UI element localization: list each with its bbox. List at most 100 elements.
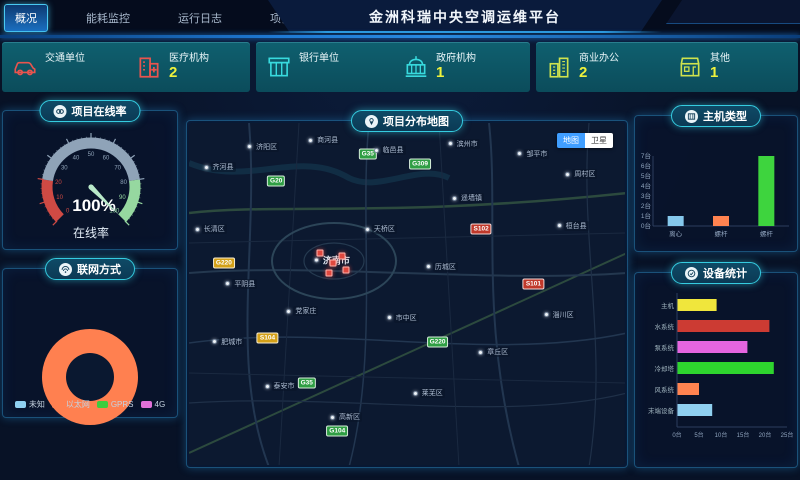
stat-item: 其他1	[667, 53, 798, 82]
map-marker[interactable]: 桓台县	[557, 221, 589, 231]
bar	[758, 156, 774, 226]
online-rate-panel-header: 项目在线率	[40, 100, 141, 122]
y-axis-label: 0台	[641, 221, 651, 230]
gauge-tick-label: 90	[119, 195, 126, 201]
project-marker-icon[interactable]	[329, 260, 336, 267]
category-label: 主机	[661, 301, 675, 310]
marker-dot-icon	[365, 227, 370, 232]
host-type-bar-chart: 0台1台2台3台4台5台6台7台离心螺杆螺杆	[635, 138, 799, 250]
legend-item[interactable]: GPRS	[97, 399, 134, 410]
wifi-icon	[59, 263, 72, 276]
host-type-panel: 主机类型 0台1台2台3台4台5台6台7台离心螺杆螺杆	[634, 115, 798, 252]
marker-label: 党家庄	[293, 306, 318, 316]
map-marker[interactable]: 临邑县	[374, 145, 406, 155]
marker-dot-icon	[204, 165, 209, 170]
marker-label: 长清区	[202, 224, 227, 234]
y-axis-label: 3台	[641, 191, 651, 200]
map-canvas[interactable]: G20G35G309G220S102S104G104G35S101G220齐河县…	[189, 123, 625, 465]
marker-label: 章丘区	[485, 347, 510, 357]
stat-value: 2	[169, 64, 209, 81]
project-marker-icon[interactable]	[325, 270, 332, 277]
stat-text: 交通单位	[45, 53, 85, 81]
network-type-panel-header: 联网方式	[45, 258, 135, 280]
x-axis-label: 螺杆	[760, 229, 774, 238]
engine-icon	[685, 110, 698, 123]
network-type-panel: 联网方式 未知以太网GPRS4G	[2, 268, 178, 418]
gauge-tick-label: 60	[103, 156, 110, 162]
project-marker-icon[interactable]	[316, 249, 323, 256]
legend-swatch	[141, 401, 152, 408]
gauge-zone	[48, 143, 135, 180]
legend-label: 以太网	[66, 399, 90, 410]
project-map-panel: 项目分布地图 G20G35G309G220S102S	[186, 120, 628, 468]
marker-label: 肥城市	[219, 337, 244, 347]
stat-value: 1	[436, 64, 476, 81]
stat-label: 商业办公	[579, 53, 619, 65]
nav-tab-2[interactable]: 能耗监控	[76, 5, 140, 31]
nav-underline	[0, 35, 800, 38]
map-marker[interactable]: 济阳区	[247, 142, 279, 152]
network-legend: 未知 以太网 GPRS 4G	[3, 399, 177, 410]
map-marker[interactable]: 历城区	[426, 262, 458, 272]
marker-dot-icon	[544, 312, 549, 317]
map-marker[interactable]: 高新区	[330, 412, 362, 422]
road-badge: G35	[298, 377, 316, 388]
x-axis-label: 15台	[737, 431, 750, 439]
category-label: 风系统	[655, 385, 675, 394]
nav-tab-3[interactable]: 运行日志	[168, 5, 232, 31]
device-stats-panel-header: 设备统计	[671, 262, 761, 284]
gauge-tick-label: 30	[61, 166, 68, 172]
stat-label: 政府机构	[436, 53, 476, 65]
project-marker-icon[interactable]	[338, 253, 345, 260]
map-marker[interactable]: 邹平市	[517, 149, 549, 159]
stat-label: 银行单位	[299, 53, 339, 65]
legend-item[interactable]: 未知	[15, 399, 45, 410]
marker-label: 邹平市	[524, 149, 549, 159]
map-marker[interactable]: 平阴县	[225, 279, 257, 289]
location-icon	[365, 115, 378, 128]
top-nav: 概况能耗监控运行日志项目列表视频监控 金洲科瑞中央空调运维平台	[0, 0, 800, 36]
x-axis-label: 离心	[669, 229, 683, 238]
map-marker[interactable]: 天桥区	[365, 224, 397, 234]
legend-item[interactable]: 以太网	[52, 399, 90, 410]
map-marker[interactable]: 肥城市	[212, 337, 244, 347]
marker-label: 商河县	[315, 135, 340, 145]
bar	[677, 362, 774, 374]
map-marker[interactable]: 市中区	[387, 313, 419, 323]
map-marker[interactable]: 滨州市	[448, 139, 480, 149]
bank-icon	[266, 54, 292, 80]
map-marker[interactable]: 莱芜区	[413, 388, 445, 398]
project-marker-icon[interactable]	[342, 267, 349, 274]
map-marker[interactable]: 长清区	[195, 224, 227, 234]
map-marker[interactable]: 淄川区	[544, 310, 576, 320]
legend-swatch	[52, 401, 63, 408]
map-marker[interactable]: 党家庄	[286, 306, 318, 316]
map-marker[interactable]: 商河县	[308, 135, 340, 145]
map-marker[interactable]: 章丘区	[478, 347, 510, 357]
map-layer-toggle: 地图卫星	[557, 133, 613, 148]
marker-label: 淄川区	[551, 310, 576, 320]
bar	[713, 216, 729, 226]
map-marker[interactable]: 周村区	[565, 169, 597, 179]
nav-tab-1[interactable]: 概况	[4, 4, 48, 32]
map-marker[interactable]: 遥墙镇	[452, 193, 484, 203]
device-stats-panel: 设备统计 主机水系统泵系统冷却塔风系统末端设备0台5台10台15台20台25台	[634, 272, 798, 468]
map-marker[interactable]: 齐河县	[204, 162, 236, 172]
bar	[668, 216, 684, 226]
y-axis-label: 6台	[641, 161, 651, 170]
marker-dot-icon	[413, 391, 418, 396]
map-marker[interactable]: 泰安市	[265, 381, 297, 391]
road-badge: G20	[267, 176, 285, 187]
map-mode-satellite-button[interactable]: 卫星	[585, 133, 613, 148]
government-icon	[403, 54, 429, 80]
stat-item: 银行单位	[256, 53, 393, 81]
marker-label: 周村区	[572, 169, 597, 179]
legend-item[interactable]: 4G	[141, 399, 166, 410]
page-title: 金洲科瑞中央空调运维平台	[369, 7, 561, 27]
legend-label: 4G	[155, 400, 166, 409]
map-mode-map-button[interactable]: 地图	[557, 133, 585, 148]
x-axis-label: 螺杆	[715, 229, 729, 238]
y-axis-label: 1台	[641, 211, 651, 220]
marker-dot-icon	[225, 281, 230, 286]
bar	[677, 320, 769, 332]
